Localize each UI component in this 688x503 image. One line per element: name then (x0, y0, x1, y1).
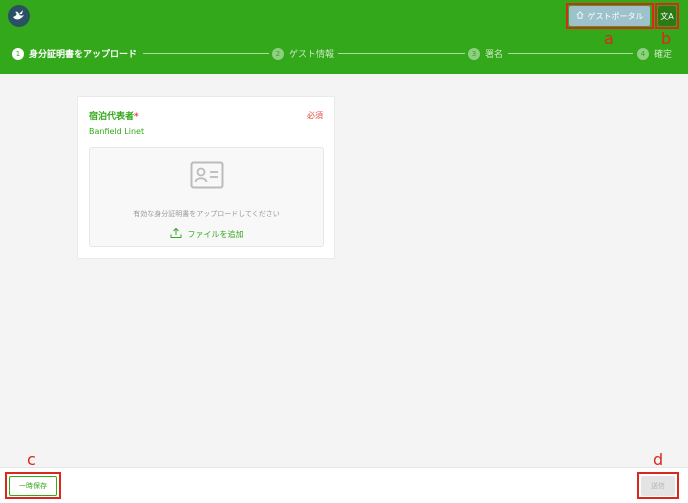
bird-logo-icon[interactable] (8, 5, 30, 27)
step-label: 確定 (654, 50, 673, 60)
annotation-box-c (5, 472, 61, 499)
step-label: ゲスト情報 (289, 50, 335, 60)
annotation-label-c: c (27, 450, 36, 469)
action-footer (0, 467, 688, 503)
upload-icon (170, 227, 182, 241)
card-title: 宿泊代表者* (89, 109, 139, 122)
annotation-box-b (655, 3, 679, 29)
annotation-label-d: d (653, 450, 664, 469)
guest-name: Banfield Linet (89, 127, 145, 136)
id-upload-card: 宿泊代表者* 必須 Banfield Linet 有効な身分証明書をアップロード… (77, 96, 335, 259)
step-upload-id: 1 身分証明書をアップロード (12, 47, 137, 60)
step-number: 2 (272, 47, 284, 60)
id-card-icon (190, 161, 224, 193)
annotation-box-d (637, 472, 679, 499)
step-guest-info: 2 ゲスト情報 (272, 47, 334, 60)
upload-hint: 有効な身分証明書をアップロードしてください (133, 210, 280, 218)
add-file-button[interactable]: ファイルを追加 (90, 227, 323, 241)
annotation-box-a (566, 3, 654, 29)
step-connector (338, 53, 465, 54)
annotation-label-a: a (604, 29, 614, 48)
step-label: 身分証明書をアップロード (29, 50, 138, 60)
progress-stepper: 1 身分証明書をアップロード 2 ゲスト情報 3 署名 4 確定 (12, 47, 672, 61)
step-label: 署名 (485, 50, 504, 60)
upload-dropzone[interactable]: 有効な身分証明書をアップロードしてください ファイルを追加 (89, 147, 324, 247)
annotation-label-b: b (661, 29, 672, 48)
step-number: 1 (12, 47, 24, 60)
card-title-text: 宿泊代表者 (89, 112, 135, 122)
step-confirm: 4 確定 (637, 47, 672, 60)
step-number: 4 (637, 47, 649, 60)
add-file-label: ファイルを追加 (187, 229, 244, 239)
step-connector (508, 53, 633, 54)
required-star: * (134, 112, 139, 122)
step-connector (143, 53, 269, 54)
step-number: 3 (468, 47, 480, 60)
step-signature: 3 署名 (468, 47, 503, 60)
required-label: 必須 (307, 111, 323, 120)
